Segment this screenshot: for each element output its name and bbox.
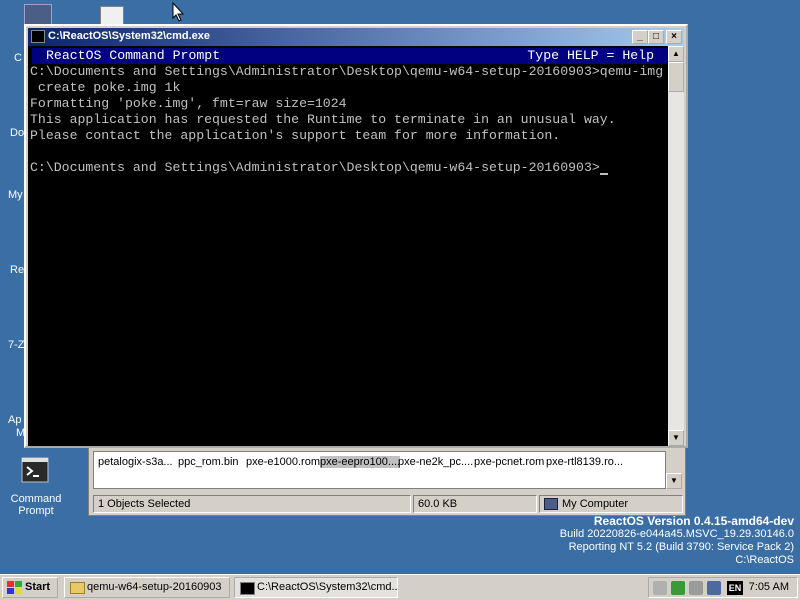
file-item-selected[interactable]: pxe-eepro100.... <box>320 456 401 468</box>
version-info: ReactOS Version 0.4.15-amd64-dev Build 2… <box>560 515 794 567</box>
scroll-down-button[interactable]: ▼ <box>668 430 684 446</box>
console-line: C:\Documents and Settings\Administrator\… <box>30 64 664 79</box>
scroll-thumb[interactable] <box>668 62 684 92</box>
cmd-window[interactable]: C:\ReactOS\System32\cmd.exe _ □ × ReactO… <box>24 24 688 448</box>
file-item[interactable]: pxe-ne2k_pc.... <box>398 456 473 468</box>
console-icon <box>21 457 49 483</box>
status-location: My Computer <box>539 495 683 513</box>
system-tray: EN 7:05 AM <box>648 577 798 598</box>
desktop-icon-command-prompt[interactable]: Command Prompt <box>6 456 66 517</box>
build-line: Build 20220826-e044a45.MSVC_19.29.30146.… <box>559 528 794 540</box>
console-prompt-line: C:\Documents and Settings\Administrator\… <box>30 160 608 175</box>
console-header-bar: ReactOS Command Prompt Type HELP = Help <box>32 48 668 64</box>
console-icon <box>240 582 255 595</box>
status-bar: 1 Objects Selected 60.0 KB My Computer <box>93 495 683 513</box>
console-prompt: C:\Documents and Settings\Administrator\… <box>30 160 600 175</box>
console-output[interactable]: ReactOS Command Prompt Type HELP = Help … <box>28 46 670 446</box>
maximize-button[interactable]: □ <box>648 30 664 44</box>
console-line: This application has requested the Runti… <box>30 112 616 127</box>
safely-remove-icon[interactable] <box>671 581 685 595</box>
computer-icon <box>544 498 558 510</box>
text-cursor <box>599 173 608 175</box>
explorer-window[interactable]: petalogix-s3a... ppc_rom.bin pxe-e1000.r… <box>88 446 686 516</box>
version-line: ReactOS Version 0.4.15-amd64-dev <box>593 514 794 528</box>
desktop-icon-label: Command Prompt <box>10 493 62 517</box>
desktop-icon-label-partial: C <box>14 52 22 64</box>
console-scrollbar[interactable]: ▲ ▼ <box>668 46 684 446</box>
system-path-line: C:\ReactOS <box>735 554 794 566</box>
desktop-icon-label-partial: Ap <box>8 414 22 426</box>
desktop-icon-label-partial: My <box>8 189 23 201</box>
desktop-icon-label-partial: Re <box>10 264 25 276</box>
title-bar[interactable]: C:\ReactOS\System32\cmd.exe _ □ × <box>28 28 684 46</box>
start-button[interactable]: Start <box>2 577 58 598</box>
console-line: Please contact the application's support… <box>30 128 561 143</box>
status-selection: 1 Objects Selected <box>93 495 411 513</box>
folder-icon <box>70 582 85 594</box>
file-item[interactable]: pxe-rtl8139.ro... <box>546 456 623 468</box>
start-label: Start <box>25 581 51 593</box>
network-icon[interactable] <box>689 581 703 595</box>
clock[interactable]: 7:05 AM <box>749 581 789 593</box>
taskbar-item-label: C:\ReactOS\System32\cmd.... <box>257 581 398 593</box>
console-line: create poke.img 1k <box>30 80 181 95</box>
console-line: Formatting 'poke.img', fmt=raw size=1024 <box>30 96 347 111</box>
language-indicator[interactable]: EN <box>727 581 743 595</box>
file-item[interactable]: petalogix-s3a... <box>98 456 173 468</box>
minimize-button[interactable]: _ <box>632 30 648 44</box>
console-icon <box>31 30 45 43</box>
file-item[interactable]: pxe-e1000.rom <box>246 456 320 468</box>
file-item[interactable]: pxe-pcnet.rom <box>474 456 544 468</box>
console-header-title: ReactOS Command Prompt <box>46 48 221 63</box>
mouse-pointer-icon <box>172 2 184 22</box>
reactos-logo-icon <box>7 581 22 594</box>
taskbar-item-explorer[interactable]: qemu-w64-setup-20160903 <box>64 577 230 598</box>
display-icon[interactable] <box>707 581 721 595</box>
reporting-line: Reporting NT 5.2 (Build 3790: Service Pa… <box>568 541 794 553</box>
taskbar-item-cmd[interactable]: C:\ReactOS\System32\cmd.... <box>234 577 398 598</box>
my-computer-icon[interactable] <box>24 4 52 26</box>
window-title: C:\ReactOS\System32\cmd.exe <box>48 30 211 42</box>
desktop-icon-label-partial: 7-Z <box>8 339 25 351</box>
explorer-scrollbar[interactable]: ▼ <box>665 451 682 489</box>
file-item[interactable]: ppc_rom.bin <box>178 456 239 468</box>
status-size: 60.0 KB <box>413 495 537 513</box>
close-button[interactable]: × <box>666 30 682 44</box>
volume-icon[interactable] <box>653 581 667 595</box>
file-list[interactable]: petalogix-s3a... ppc_rom.bin pxe-e1000.r… <box>93 451 667 489</box>
desktop-icon-label-partial: Do <box>10 127 25 139</box>
documents-icon[interactable] <box>100 6 124 26</box>
taskbar: Start qemu-w64-setup-20160903 C:\ReactOS… <box>0 574 800 600</box>
scroll-up-button[interactable]: ▲ <box>668 46 684 62</box>
taskbar-item-label: qemu-w64-setup-20160903 <box>87 581 222 593</box>
console-header-help: Type HELP = Help <box>527 48 654 63</box>
status-location-label: My Computer <box>562 498 629 510</box>
scroll-down-button[interactable]: ▼ <box>666 473 682 489</box>
